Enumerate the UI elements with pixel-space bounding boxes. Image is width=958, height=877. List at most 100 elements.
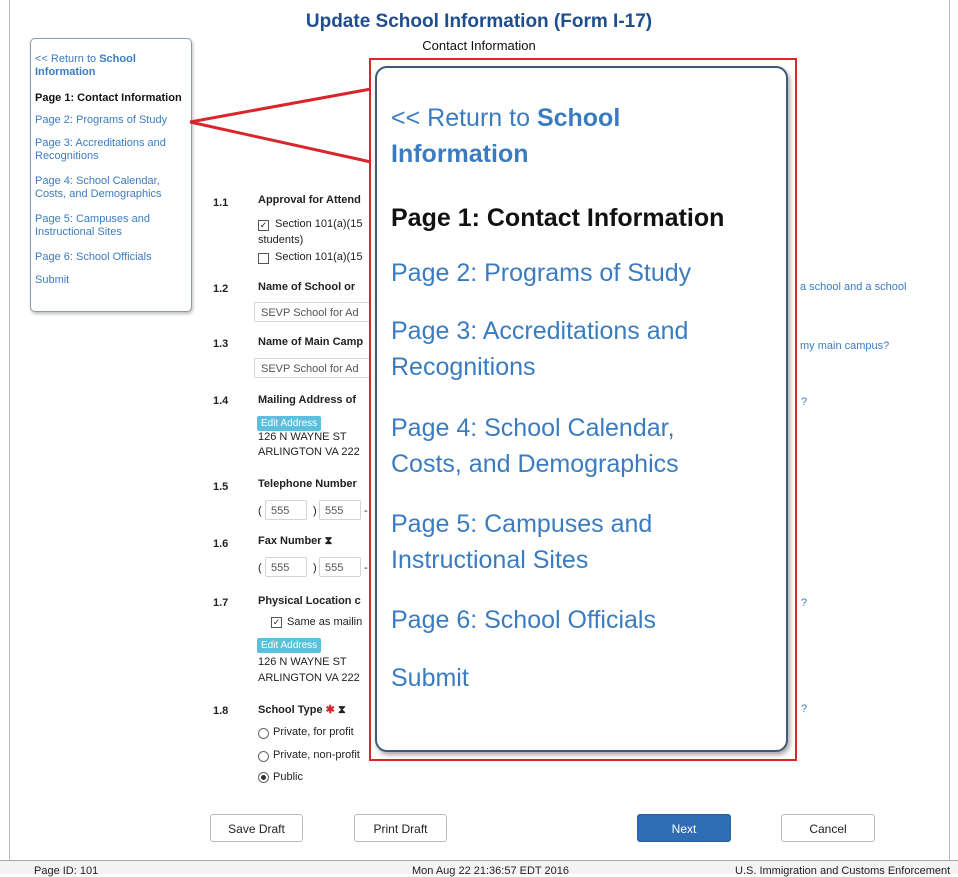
zoom-item-page-5[interactable]: Page 5: Campuses and Instructional Sites: [391, 506, 771, 578]
same-as-mailing-label: Same as mailin: [287, 616, 363, 628]
q1-8-label: School Type ✱ ⧗: [258, 703, 346, 717]
zoom-item-submit[interactable]: Submit: [391, 660, 771, 696]
q1-1-label: Approval for Attend: [258, 194, 361, 206]
q1-4-label: Mailing Address of: [258, 394, 356, 406]
q1-8-help-link[interactable]: ?: [801, 703, 807, 715]
phone-prefix-input[interactable]: 555: [319, 500, 361, 520]
print-draft-button[interactable]: Print Draft: [354, 814, 447, 842]
main-campus-name-field[interactable]: SEVP School for Ad: [254, 358, 372, 378]
fax-prefix-input[interactable]: 555: [319, 557, 361, 577]
page-border-right: [949, 0, 950, 860]
q1-7-label: Physical Location c: [258, 595, 361, 607]
cancel-button[interactable]: Cancel: [781, 814, 875, 842]
zoom-return-bold-1: School: [536, 104, 621, 132]
nav-item-page-6[interactable]: Page 6: School Officials: [35, 251, 189, 264]
side-nav: << Return to School Information Page 1: …: [30, 38, 192, 312]
zoom-item-page-1[interactable]: Page 1: Contact Information: [391, 200, 771, 236]
nav-item-page-3-line-1: Page 3: Accreditations and: [35, 137, 166, 149]
q1-1-option-1-checkbox[interactable]: ✓: [258, 220, 269, 231]
zoom-item-page-5-line-2: Instructional Sites: [391, 546, 589, 574]
school-type-private-nonprofit-radio[interactable]: [258, 751, 269, 762]
q1-3-label: Name of Main Camp: [258, 336, 364, 348]
nav-item-page-3[interactable]: Page 3: Accreditations and Recognitions: [35, 137, 189, 163]
nav-return-bold-2: Information: [35, 66, 96, 78]
nav-item-page-4-line-1: Page 4: School Calendar,: [35, 175, 160, 187]
hourglass-icon: ⧗: [337, 704, 346, 716]
nav-return-bold-1: School: [99, 53, 136, 65]
nav-item-page-5-line-1: Page 5: Campuses and: [35, 213, 150, 225]
q1-1-option-2-label: Section 101(a)(15: [275, 251, 363, 263]
zoom-item-page-2[interactable]: Page 2: Programs of Study: [391, 255, 771, 291]
q1-2-label: Name of School or: [258, 281, 356, 293]
q1-7-number: 1.7: [213, 597, 229, 609]
nav-return-link[interactable]: << Return to School Information: [35, 53, 189, 79]
nav-item-page-4[interactable]: Page 4: School Calendar, Costs, and Demo…: [35, 175, 189, 201]
zoom-item-page-4-line-2: Costs, and Demographics: [391, 450, 679, 478]
mailing-address-line-2: ARLINGTON VA 222: [258, 446, 360, 458]
zoom-item-page-4-line-1: Page 4: School Calendar,: [391, 414, 675, 442]
school-type-private-profit-radio[interactable]: [258, 728, 269, 739]
physical-edit-address-button[interactable]: Edit Address: [257, 638, 322, 653]
q1-8-number: 1.8: [213, 705, 229, 717]
school-type-private-nonprofit-label: Private, non-profit: [273, 749, 360, 761]
nav-zoom-callout: << Return to School Information Page 1: …: [375, 66, 788, 752]
hourglass-icon: ⧗: [324, 535, 333, 547]
q1-4-help-link[interactable]: ?: [801, 396, 807, 408]
q1-5-label: Telephone Number: [258, 478, 357, 490]
phone-dash: -: [364, 505, 368, 517]
q1-3-help-link[interactable]: my main campus?: [800, 340, 889, 352]
q1-1-option-1-label: Section 101(a)(15: [275, 218, 363, 230]
mailing-address-line-1: 126 N WAYNE ST: [258, 431, 347, 443]
connector-line-top: [189, 87, 372, 124]
phone-open-paren: (: [258, 505, 262, 517]
footer: Page ID: 101 Mon Aug 22 21:36:57 EDT 201…: [0, 860, 958, 877]
zoom-item-page-3-line-2: Recognitions: [391, 353, 536, 381]
phone-area-code-input[interactable]: 555: [265, 500, 307, 520]
q1-6-number: 1.6: [213, 538, 229, 550]
zoom-return-bold-2: Information: [391, 140, 529, 168]
zoom-item-page-3[interactable]: Page 3: Accreditations and Recognitions: [391, 313, 771, 385]
nav-item-page-4-line-2: Costs, and Demographics: [35, 188, 162, 200]
q1-2-number: 1.2: [213, 283, 229, 295]
nav-item-page-5-line-2: Instructional Sites: [35, 226, 122, 238]
connector-line-bottom: [189, 120, 372, 164]
nav-item-submit[interactable]: Submit: [35, 274, 189, 287]
nav-item-page-2[interactable]: Page 2: Programs of Study: [35, 114, 189, 127]
required-asterisk-icon: ✱: [325, 704, 335, 716]
zoom-item-page-6[interactable]: Page 6: School Officials: [391, 602, 771, 638]
school-name-field[interactable]: SEVP School for Ad: [254, 302, 372, 322]
nav-item-page-3-line-2: Recognitions: [35, 150, 99, 162]
q1-7-help-link[interactable]: ?: [801, 597, 807, 609]
q1-8-label-text: School Type: [258, 704, 323, 716]
zoom-return-prefix: << Return to: [391, 104, 537, 132]
save-draft-button[interactable]: Save Draft: [210, 814, 303, 842]
mailing-edit-address-button[interactable]: Edit Address: [257, 416, 322, 431]
q1-2-help-link[interactable]: a school and a school: [800, 281, 906, 293]
fax-area-code-input[interactable]: 555: [265, 557, 307, 577]
fax-dash: -: [364, 562, 368, 574]
q1-1-number: 1.1: [213, 197, 229, 209]
nav-item-page-1[interactable]: Page 1: Contact Information: [35, 92, 189, 105]
fax-open-paren: (: [258, 562, 262, 574]
q1-1-option-2-checkbox[interactable]: [258, 253, 269, 264]
zoom-return-link[interactable]: << Return to School Information: [391, 100, 771, 172]
zoom-item-page-3-line-1: Page 3: Accreditations and: [391, 317, 689, 345]
nav-item-page-5[interactable]: Page 5: Campuses and Instructional Sites: [35, 213, 189, 239]
q1-6-label-text: Fax Number: [258, 535, 322, 547]
school-type-public-radio[interactable]: [258, 772, 269, 783]
page-border-left: [9, 0, 10, 860]
school-type-private-profit-label: Private, for profit: [273, 726, 354, 738]
footer-timestamp: Mon Aug 22 21:36:57 EDT 2016: [412, 865, 569, 877]
same-as-mailing-checkbox[interactable]: ✓: [271, 617, 282, 628]
q1-1-option-1-continued: students): [258, 234, 304, 246]
footer-page-id: Page ID: 101: [34, 865, 99, 877]
footer-agency: U.S. Immigration and Customs Enforcement: [735, 865, 951, 877]
q1-3-number: 1.3: [213, 338, 229, 350]
q1-4-number: 1.4: [213, 395, 229, 407]
zoom-item-page-5-line-1: Page 5: Campuses and: [391, 510, 653, 538]
q1-6-label: Fax Number ⧗: [258, 535, 332, 548]
next-button[interactable]: Next: [637, 814, 731, 842]
zoom-item-page-4[interactable]: Page 4: School Calendar, Costs, and Demo…: [391, 410, 771, 482]
physical-address-line-1: 126 N WAYNE ST: [258, 656, 347, 668]
phone-close-paren: ): [313, 505, 317, 517]
